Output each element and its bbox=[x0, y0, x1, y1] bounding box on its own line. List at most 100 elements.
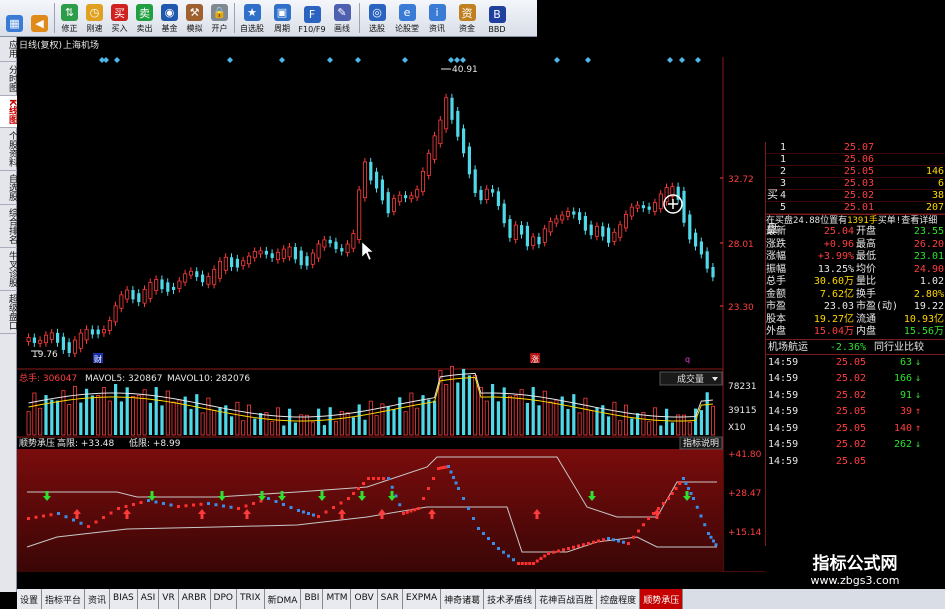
star-icon: ★ bbox=[243, 4, 261, 21]
indicator-tab[interactable]: EXPMA bbox=[402, 589, 442, 609]
tick-up-arrow-icon bbox=[912, 454, 924, 471]
indicator-tab[interactable]: 神奇诸葛 bbox=[441, 589, 485, 609]
toolbar-button-period[interactable]: ▣ 周期 bbox=[267, 0, 297, 36]
indicator-dot bbox=[627, 542, 630, 545]
toolbar-button-updown[interactable]: ⇅ 修正 bbox=[57, 0, 82, 36]
toolbar-button-bbd[interactable]: B BBD bbox=[482, 0, 512, 36]
indicator-dot bbox=[587, 542, 590, 545]
indicator-dot bbox=[670, 492, 674, 495]
toolbar-button-hammer[interactable]: ⚒ 模拟 bbox=[182, 0, 207, 36]
indicator-axis-2: +28.47 bbox=[728, 489, 761, 499]
indicator-tab[interactable]: 顺势承压 bbox=[640, 589, 684, 609]
volume-bar bbox=[136, 394, 141, 436]
toolbar-button-app[interactable]: ▦ bbox=[2, 0, 27, 36]
candle bbox=[113, 305, 118, 323]
indicator-tab[interactable]: MTM bbox=[323, 589, 352, 609]
candle bbox=[508, 219, 512, 238]
left-tab-7[interactable]: 超级盘口 bbox=[0, 291, 17, 334]
indicator-tab[interactable]: BBI bbox=[301, 589, 324, 609]
indicator-dot bbox=[597, 539, 600, 543]
indicator-tab[interactable]: DPO bbox=[210, 589, 237, 609]
left-tab-3[interactable]: 个股资料 bbox=[0, 128, 17, 171]
toolbar-button-back[interactable]: ◀ bbox=[27, 0, 52, 36]
volume-bar bbox=[44, 395, 48, 435]
left-tab-2[interactable]: K线图 bbox=[0, 96, 17, 128]
volume-bar bbox=[531, 387, 535, 435]
tick-down-arrow-icon: ↓ bbox=[914, 373, 922, 384]
volume-bar bbox=[548, 401, 553, 436]
indicator-axis-3: +15.14 bbox=[728, 528, 762, 538]
toolbar-button-f10[interactable]: F F10/F9 bbox=[297, 0, 327, 36]
volume-bar bbox=[26, 411, 31, 436]
left-tab-1[interactable]: 分时图 bbox=[0, 62, 17, 96]
sector-compare-link[interactable]: 同行业比较 bbox=[866, 340, 924, 354]
volume-bar bbox=[513, 395, 518, 436]
candle bbox=[56, 332, 60, 343]
candle bbox=[560, 214, 565, 221]
toolbar-button-star[interactable]: ★ 自选股 bbox=[237, 0, 267, 36]
candle bbox=[420, 170, 425, 193]
bid-info-link[interactable]: 买单! bbox=[878, 215, 901, 226]
indicator-tab[interactable]: 新DMA bbox=[264, 589, 302, 609]
toolbar-button-label: 基金 bbox=[161, 24, 178, 33]
period-label[interactable]: 日线(复权) bbox=[19, 39, 62, 51]
indicator-tab[interactable]: 设置 bbox=[17, 589, 43, 609]
indicator-tab[interactable]: ASI bbox=[137, 589, 160, 609]
indicator-tab[interactable]: 花神百战百胜 bbox=[536, 589, 598, 609]
indicator-tab[interactable]: TRIX bbox=[237, 589, 265, 609]
kline-chart-area[interactable]: 日线(复权) 上海机场 32.72 28.01 23.30 40.91 19.7… bbox=[17, 37, 765, 572]
indicator-tab[interactable]: BIAS bbox=[110, 589, 138, 609]
toolbar-button-fundflow[interactable]: 资资金 bbox=[452, 0, 482, 36]
candle bbox=[554, 218, 559, 224]
bid-info-detail-link[interactable]: 查看详细 bbox=[901, 215, 937, 226]
indicator-tab[interactable]: 指标平台 bbox=[42, 589, 86, 609]
volume-bar bbox=[275, 407, 280, 436]
indicator-tab[interactable]: VR bbox=[159, 589, 179, 609]
toolbar-button-fund[interactable]: ◉ 基金 bbox=[157, 0, 182, 36]
candle bbox=[612, 231, 617, 242]
left-tab-6[interactable]: 牛叉诊股 bbox=[0, 248, 17, 291]
toolbar: ▦ ◀ ⇅ 修正 ◷ 刚速买买入卖卖出 ◉ 基金 ⚒ 模拟 🔒 开户 ★ 自选股 ▣ 周期 F F10/F9 ✎ 画线… bbox=[0, 0, 537, 37]
left-tab-5[interactable]: 综合排名 bbox=[0, 205, 17, 248]
bid-info-volume: 1391手 bbox=[847, 216, 878, 226]
quote-row: 市盈 23.03 市盈(动) 19.22 bbox=[766, 301, 945, 314]
volume-bar bbox=[560, 396, 564, 435]
indicator-dot bbox=[592, 540, 595, 544]
indicator-dot bbox=[422, 497, 425, 500]
indicator-tab[interactable]: 资讯 bbox=[85, 589, 111, 609]
toolbar-button-ie[interactable]: e 论股堂 bbox=[392, 0, 422, 36]
toolbar-button-sell[interactable]: 卖卖出 bbox=[132, 0, 157, 36]
indicator-dot bbox=[482, 532, 485, 535]
candle bbox=[183, 273, 188, 283]
indicator-dot bbox=[449, 470, 453, 474]
toolbar-button-label: 周期 bbox=[274, 24, 290, 33]
indicator-tab[interactable]: SAR bbox=[377, 589, 403, 609]
indicator-tab[interactable]: OBV bbox=[351, 589, 378, 609]
indicator-tab[interactable]: 控盘程度 bbox=[597, 589, 641, 609]
toolbar-button-pen[interactable]: ✎ 画线 bbox=[327, 0, 357, 36]
candle bbox=[496, 191, 500, 206]
toolbar-button-info[interactable]: i 资讯 bbox=[422, 0, 452, 36]
indicator-tab[interactable]: ARBR bbox=[178, 589, 211, 609]
candle bbox=[409, 195, 414, 200]
left-tab-4[interactable]: 自选股 bbox=[0, 171, 17, 205]
toolbar-button-clock[interactable]: ◷ 刚速 bbox=[82, 0, 107, 36]
candle bbox=[258, 250, 263, 255]
volume-bar bbox=[368, 400, 373, 436]
tick-volume: 39 bbox=[899, 406, 912, 417]
tick-row: 14:59 25.02 262 ↓ bbox=[766, 437, 945, 454]
quote-value: 26.20 bbox=[913, 238, 944, 250]
info-icon: i bbox=[428, 4, 446, 21]
toolbar-button-pick[interactable]: ◎ 选股 bbox=[362, 0, 392, 36]
tick-time: 14:59 bbox=[768, 455, 799, 467]
candle bbox=[49, 332, 54, 340]
left-tab-0[interactable]: 应用 bbox=[0, 37, 17, 62]
toolbar-button-buy[interactable]: 买买入 bbox=[107, 0, 132, 36]
indicator-tab[interactable]: 技术矛盾线 bbox=[484, 589, 537, 609]
buy-order-book: 1 25.07 1 25.06 2 25.05 146 3 25.03 6 4 25.02 38 5 25.… bbox=[766, 142, 945, 235]
indicator-dot bbox=[184, 504, 188, 508]
volume-bar bbox=[171, 401, 176, 436]
candle bbox=[142, 288, 147, 304]
toolbar-button-lock[interactable]: 🔒 开户 bbox=[207, 0, 232, 36]
buy-volume: 38 bbox=[931, 190, 944, 201]
